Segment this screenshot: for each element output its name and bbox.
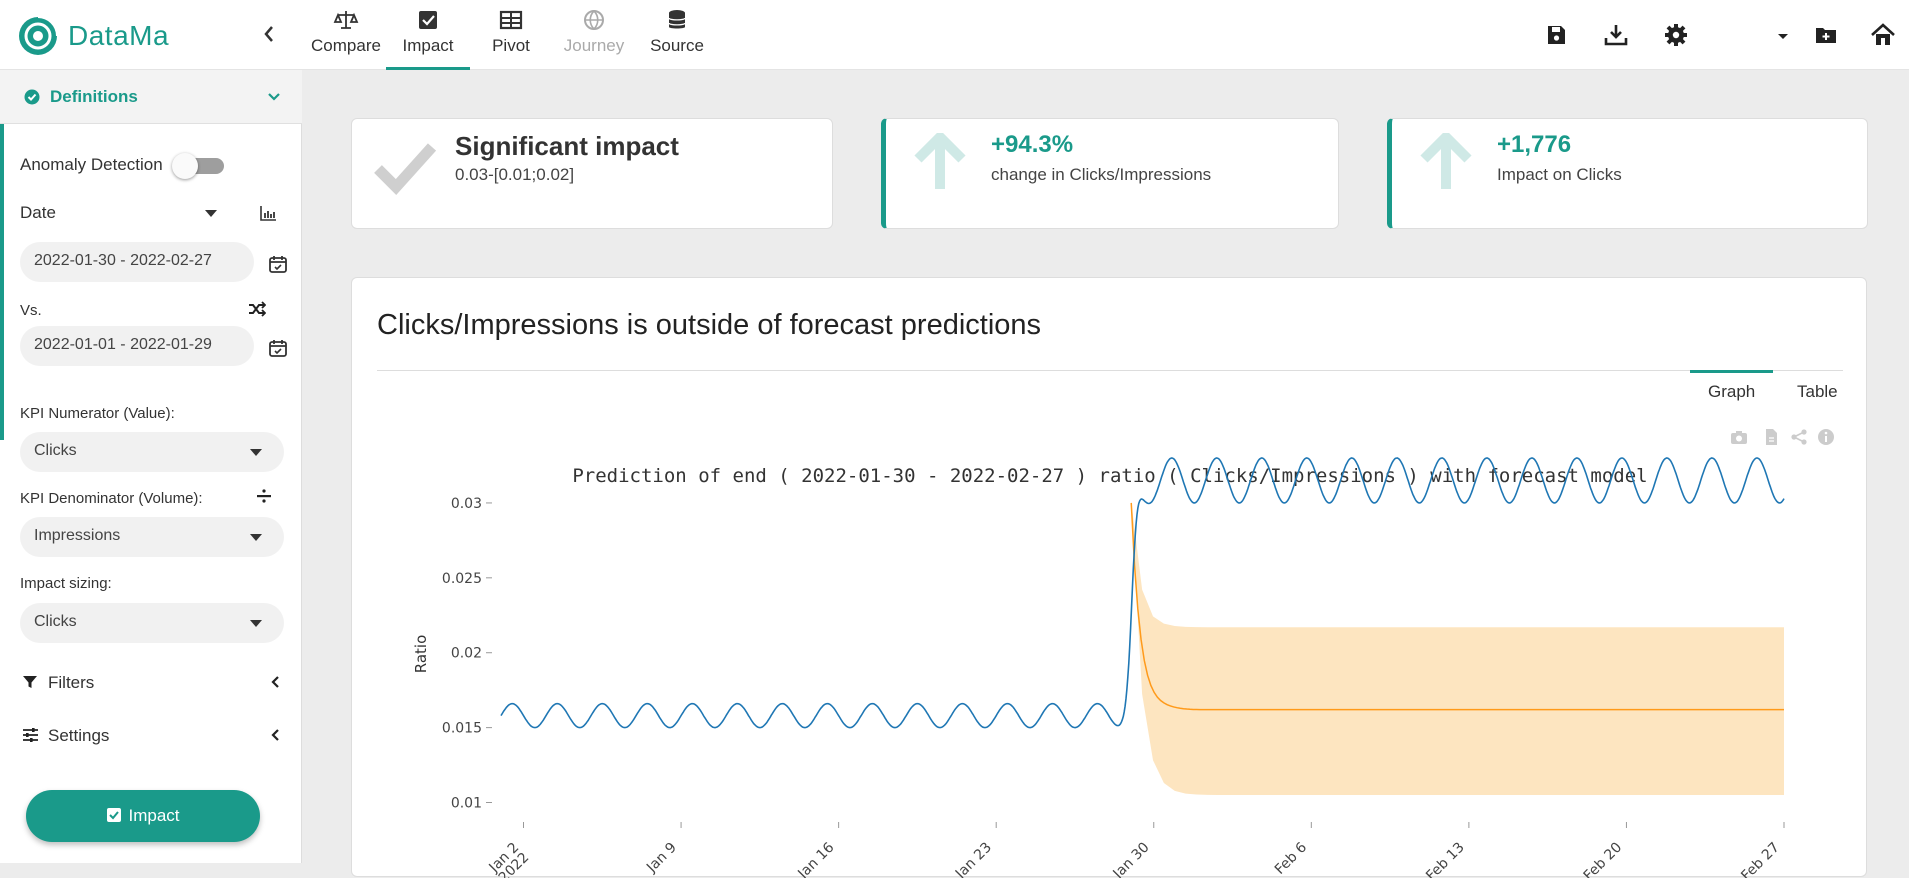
datama-logo-icon	[19, 16, 58, 55]
settings-label: Settings	[48, 726, 110, 745]
top-bar: DataMa Compare Impact Pivot Journey Sour…	[0, 0, 1909, 70]
table-icon	[499, 10, 523, 30]
impact-value: +1,776	[1497, 131, 1572, 158]
x-tick-label: Jan 16	[794, 839, 837, 878]
filters-section[interactable]: Filters	[0, 665, 302, 705]
significance-card: Significant impact 0.03-[0.01;0.02]	[351, 118, 833, 229]
tab-journey[interactable]: Journey	[558, 8, 630, 70]
kpi-denominator-select[interactable]: Impressions	[20, 517, 284, 557]
x-tick-label: Jan 30	[1110, 840, 1153, 878]
caret-down-icon	[250, 620, 262, 627]
date-dropdown-arrow[interactable]	[205, 210, 217, 217]
y-tick-label: 0.025	[442, 571, 482, 587]
change-value: +94.3%	[991, 131, 1074, 158]
calendar-check-icon[interactable]	[268, 254, 288, 274]
chevron-down-icon	[268, 93, 280, 101]
change-card: +94.3% change in Clicks/Impressions	[881, 118, 1339, 229]
tab-pivot[interactable]: Pivot	[478, 8, 544, 70]
impact-sizing-label: Impact sizing:	[20, 575, 112, 592]
save-icon[interactable]	[1543, 22, 1569, 48]
checkbox-icon	[107, 808, 122, 822]
chevron-left-icon	[271, 729, 279, 741]
x-tick-label: Feb 20	[1581, 840, 1626, 878]
folder-plus-icon[interactable]	[1813, 22, 1839, 48]
anomaly-detection-toggle[interactable]	[172, 153, 226, 179]
arrow-up-icon	[1420, 133, 1472, 189]
tab-source-label: Source	[650, 36, 704, 55]
tab-impact-label: Impact	[402, 36, 454, 55]
forecast-panel: Clicks/Impressions is outside of forecas…	[351, 277, 1867, 878]
kpi-denominator-value: Impressions	[34, 527, 121, 544]
scale-icon	[333, 11, 359, 29]
definitions-label: Definitions	[50, 87, 138, 106]
date-range-field[interactable]: 2022-01-30 - 2022-02-27	[20, 242, 254, 282]
sidebar-accent-bar	[0, 70, 4, 440]
home-icon[interactable]	[1870, 22, 1896, 48]
y-axis-label: Ratio	[412, 635, 430, 674]
impact-sizing-value: Clicks	[34, 613, 77, 630]
date-label: Date	[20, 203, 56, 222]
caret-down-icon[interactable]	[1770, 22, 1796, 48]
x-tick-label: Feb 13	[1423, 840, 1468, 878]
impact-subtitle: Impact on Clicks	[1497, 165, 1622, 184]
calendar-check-icon[interactable]	[268, 338, 288, 358]
x-tick-label: Jan 23	[952, 840, 995, 878]
x-tick-label: Feb 6	[1272, 839, 1310, 877]
kpi-numerator-select[interactable]: Clicks	[20, 432, 284, 472]
tab-impact[interactable]: Impact	[386, 8, 470, 70]
filters-label: Filters	[48, 673, 95, 692]
kpi-numerator-label: KPI Numerator (Value):	[20, 405, 175, 422]
anomaly-detection-label: Anomaly Detection	[20, 155, 163, 174]
kpi-numerator-value: Clicks	[34, 442, 77, 459]
change-subtitle: change in Clicks/Impressions	[991, 165, 1212, 184]
app-name: DataMa	[68, 20, 170, 51]
collapse-sidebar-button[interactable]	[262, 24, 276, 50]
vs-range-field[interactable]: 2022-01-01 - 2022-01-29	[20, 326, 254, 366]
settings-section[interactable]: Settings	[0, 718, 302, 758]
significance-title: Significant impact	[455, 131, 679, 161]
tab-source[interactable]: Source	[642, 8, 712, 70]
checkbox-icon	[419, 11, 437, 29]
definitions-header[interactable]: Definitions	[0, 70, 302, 124]
sidebar: Definitions Anomaly Detection Date 2022-…	[0, 70, 302, 863]
check-circle-icon	[24, 89, 40, 105]
tab-compare-label: Compare	[311, 36, 381, 55]
y-tick-label: 0.02	[451, 646, 482, 662]
y-tick-label: 0.03	[451, 496, 482, 512]
y-tick-label: 0.01	[451, 796, 482, 812]
chevron-left-icon	[264, 26, 273, 42]
x-tick-label: Jan 9	[643, 840, 680, 877]
caret-down-icon	[250, 449, 262, 456]
shuffle-icon[interactable]	[248, 301, 266, 317]
impact-sizing-select[interactable]: Clicks	[20, 603, 284, 643]
forecast-band	[1131, 501, 1784, 796]
caret-down-icon	[250, 534, 262, 541]
globe-icon	[584, 10, 604, 31]
impact-card: +1,776 Impact on Clicks	[1387, 118, 1868, 229]
tab-journey-label: Journey	[563, 36, 625, 55]
download-icon[interactable]	[1603, 22, 1629, 48]
significance-subtitle: 0.03-[0.01;0.02]	[455, 165, 575, 184]
check-icon	[374, 143, 437, 195]
divide-icon	[257, 489, 271, 503]
app-logo[interactable]: DataMa	[18, 16, 169, 56]
chevron-left-icon	[271, 676, 279, 688]
bar-chart-icon[interactable]	[259, 204, 277, 222]
forecast-chart: 0.010.0150.020.0250.03RatioJan 22022 Jan …	[412, 457, 1785, 878]
tab-pivot-label: Pivot	[492, 36, 530, 55]
kpi-denominator-label: KPI Denominator (Volume):	[20, 490, 203, 507]
y-tick-label: 0.015	[442, 721, 482, 737]
sliders-icon	[23, 728, 38, 742]
filter-icon	[23, 676, 37, 688]
tab-compare[interactable]: Compare	[310, 8, 382, 70]
gear-icon[interactable]	[1663, 22, 1689, 48]
run-impact-label: Impact	[128, 806, 180, 825]
run-impact-button[interactable]: Impact	[26, 790, 260, 842]
arrow-up-icon	[914, 133, 966, 189]
x-tick-label: Feb 27	[1738, 840, 1783, 878]
vs-label: Vs.	[20, 302, 42, 319]
database-icon	[668, 10, 686, 29]
